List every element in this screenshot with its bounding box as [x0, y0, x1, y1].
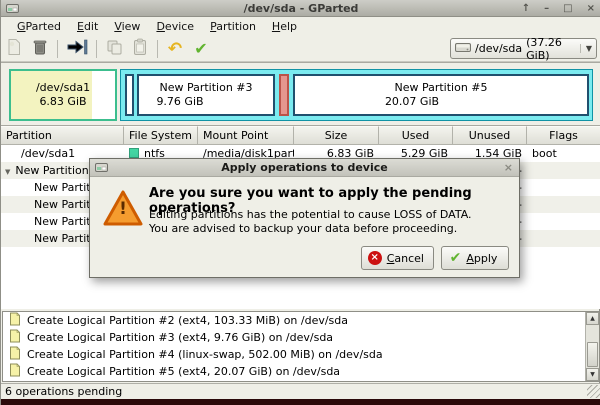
dialog-close-icon[interactable]: × [504, 161, 513, 174]
column-header-size[interactable]: Size [294, 126, 379, 145]
menu-bar: GParted Edit View Device Partition Help [1, 17, 600, 36]
menu-help[interactable]: Help [264, 18, 305, 35]
resize-move-arrow-icon [66, 39, 88, 58]
status-bar: 6 operations pending [1, 383, 600, 399]
pending-operations-panel: Create Logical Partition #2 (ext4, 103.3… [2, 311, 600, 382]
dialog-title-bar[interactable]: Apply operations to device × [90, 159, 519, 177]
operations-scrollbar[interactable]: ▲ ▼ [585, 312, 599, 381]
expander-icon[interactable]: ▼ [5, 168, 10, 176]
operations-pending-status: 6 operations pending [5, 385, 122, 398]
column-header-mountpoint[interactable]: Mount Point [198, 126, 294, 145]
resize-grip[interactable] [587, 385, 600, 398]
partition-name: New Partition #3 [159, 81, 252, 95]
new-partition-doc-icon [9, 346, 21, 363]
toolbar: ↶ ✔ /dev/sda (37.26 GiB) ▼ [1, 36, 600, 62]
toolbar-separator [96, 40, 97, 58]
paste-icon [132, 38, 148, 59]
undo-icon: ↶ [168, 40, 182, 58]
cancel-button[interactable]: × Cancel [361, 246, 434, 270]
device-selector[interactable]: /dev/sda (37.26 GiB) ▼ [450, 38, 597, 59]
partition-size: 6.83 GiB [39, 95, 86, 109]
new-partition-doc-icon [9, 312, 21, 329]
new-partition-doc-icon [9, 363, 21, 380]
delete-partition-button[interactable] [27, 38, 53, 60]
operation-list-item: Create Logical Partition #4 (linux-swap,… [3, 346, 599, 363]
toolbar-separator [157, 40, 158, 58]
apply-operations-button[interactable]: ✔ [188, 38, 214, 60]
disk-graphic-view: /dev/sda1 6.83 GiB New Partition #3 9.76… [1, 62, 600, 126]
apply-check-icon: ✔ [450, 250, 462, 266]
apply-check-icon: ✔ [194, 40, 207, 58]
device-selector-size: (37.26 GiB) [526, 36, 576, 62]
paste-partition-button[interactable] [127, 38, 153, 60]
desktop-edge-strip [1, 399, 600, 405]
operation-list-item: Create Logical Partition #5 (ext4, 20.07… [3, 363, 599, 380]
menu-view[interactable]: View [106, 18, 148, 35]
shade-window-button[interactable]: ↑ [522, 0, 530, 17]
partition-size: 9.76 GiB [156, 95, 203, 109]
new-partition-button[interactable] [1, 38, 27, 60]
table-header-row: Partition File System Mount Point Size U… [1, 126, 600, 145]
new-document-icon [6, 38, 22, 59]
close-window-button[interactable]: × [587, 0, 595, 17]
operation-list-item: Create Logical Partition #2 (ext4, 103.3… [3, 312, 599, 329]
warning-exclamation: ! [103, 199, 143, 219]
window-title: /dev/sda - GParted [1, 2, 600, 15]
partition-name: /dev/sda1 [36, 81, 90, 95]
device-selector-value: /dev/sda [475, 42, 522, 55]
scroll-down-button[interactable]: ▼ [586, 368, 599, 381]
operation-list-item: Create Logical Partition #3 (ext4, 9.76 … [3, 329, 599, 346]
disk-icon [455, 41, 471, 56]
partition-graphic-extended[interactable]: New Partition #3 9.76 GiB New Partition … [120, 69, 593, 121]
title-bar[interactable]: /dev/sda - GParted ↑ – □ × [1, 0, 600, 17]
partition-name: New Partition #5 [394, 81, 487, 95]
resize-move-button[interactable] [62, 38, 92, 60]
partition-size: 20.07 GiB [385, 95, 439, 109]
minimize-window-button[interactable]: – [544, 0, 549, 17]
partition-graphic-sda1[interactable]: /dev/sda1 6.83 GiB [9, 69, 117, 121]
partition-graphic-swap4[interactable] [279, 74, 289, 116]
filesystem-color-swatch [129, 148, 139, 158]
chevron-down-icon: ▼ [580, 44, 592, 53]
column-header-flags[interactable]: Flags [527, 126, 600, 145]
new-partition-doc-icon [9, 329, 21, 346]
column-header-partition[interactable]: Partition [1, 126, 124, 145]
apply-operations-dialog: Apply operations to device × ! Are you s… [89, 158, 520, 278]
menu-device[interactable]: Device [148, 18, 202, 35]
column-header-filesystem[interactable]: File System [124, 126, 198, 145]
partition-graphic-logical5[interactable]: New Partition #5 20.07 GiB [293, 74, 589, 116]
dialog-body-text: Editing partitions has the potential to … [149, 208, 514, 236]
column-header-unused[interactable]: Unused [453, 126, 527, 145]
toolbar-separator [57, 40, 58, 58]
gparted-window: /dev/sda - GParted ↑ – □ × GParted Edit … [0, 0, 600, 405]
trash-icon [32, 38, 48, 59]
copy-icon [106, 39, 123, 59]
scroll-up-button[interactable]: ▲ [586, 312, 599, 325]
partition-graphic-logical2[interactable] [125, 74, 134, 116]
scrollbar-thumb[interactable] [587, 342, 598, 367]
menu-edit[interactable]: Edit [69, 18, 106, 35]
undo-button[interactable]: ↶ [162, 38, 188, 60]
maximize-window-button[interactable]: □ [563, 0, 572, 17]
column-header-used[interactable]: Used [379, 126, 453, 145]
copy-partition-button[interactable] [101, 38, 127, 60]
menu-gparted[interactable]: GParted [9, 18, 69, 35]
dialog-title: Apply operations to device [90, 161, 519, 174]
warning-icon: ! [103, 190, 143, 230]
partition-graphic-logical3[interactable]: New Partition #3 9.76 GiB [137, 74, 275, 116]
menu-partition[interactable]: Partition [202, 18, 264, 35]
cancel-icon: × [368, 251, 382, 265]
apply-button[interactable]: ✔ Apply [441, 246, 509, 270]
